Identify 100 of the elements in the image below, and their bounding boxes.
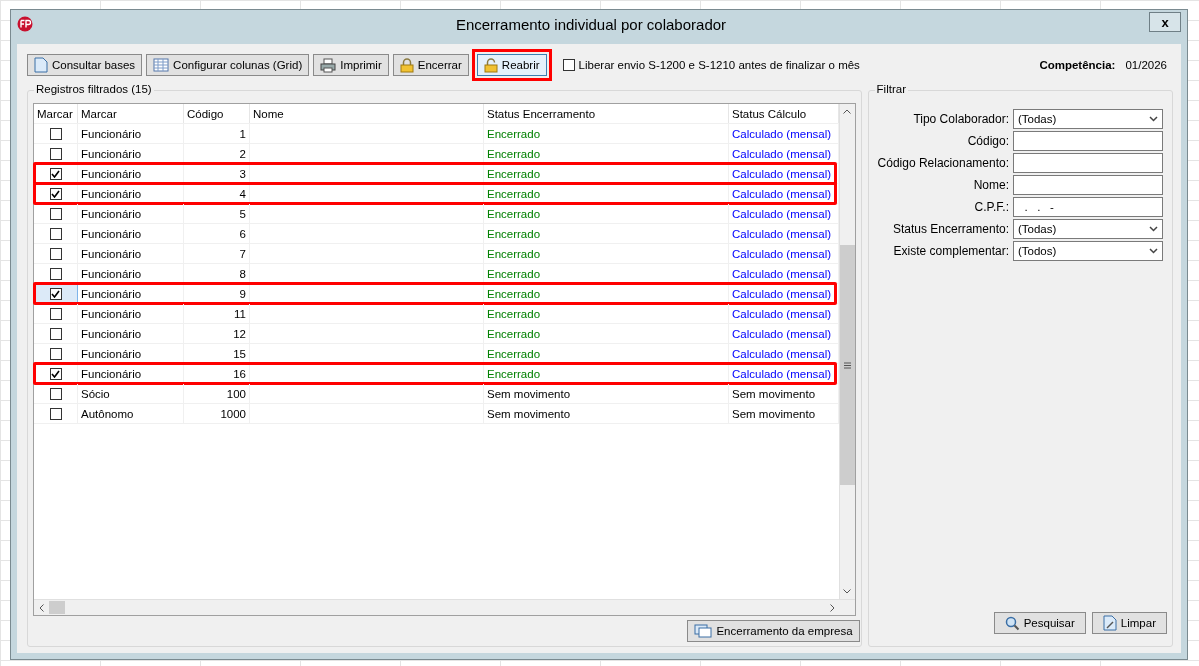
toolbar-button[interactable]: Encerrar [392,54,469,76]
checkbox[interactable] [49,267,62,280]
column-header[interactable]: Marcar [78,104,184,123]
field-label: Status Encerramento: [891,222,1009,236]
checkbox[interactable] [49,187,62,200]
table-cell: Funcionário [78,344,184,363]
input-field[interactable] [1013,131,1163,151]
horizontal-scrollbar[interactable] [34,599,855,615]
filter-button[interactable]: Pesquisar [993,612,1086,634]
filter-button[interactable]: Limpar [1091,612,1167,634]
table-cell: Calculado (mensal) [729,124,839,143]
select-field[interactable]: (Todas) [1013,109,1163,129]
table-cell: Encerrado [484,164,729,183]
table-cell: Encerrado [484,184,729,203]
search-icon [1004,615,1020,631]
table-cell: Funcionário [78,124,184,143]
table-cell: Funcionário [78,204,184,223]
toolbar-button[interactable]: Imprimir [313,54,389,76]
checkbox[interactable] [49,387,62,400]
column-header[interactable]: Status Cálculo [729,104,839,123]
scrollbar-thumb[interactable] [49,601,65,614]
checkbox-label: Liberar envio S-1200 e S-1210 antes de finalizar o mês [578,59,860,71]
toolbar-button[interactable]: Configurar colunas (Grid) [146,54,310,76]
table-cell: Encerrado [484,344,729,363]
table-cell: 6 [184,224,250,243]
chevron-down-icon[interactable] [1149,248,1158,254]
input-field[interactable]: . . - [1013,197,1163,217]
checkbox[interactable] [49,367,62,380]
input-field[interactable] [1013,175,1163,195]
input-field[interactable] [1013,153,1163,173]
column-header[interactable]: Nome [250,104,484,123]
field-label: Tipo Colaborador: [912,112,1009,126]
checkbox[interactable] [49,287,62,300]
table-cell: Calculado (mensal) [729,144,839,163]
checkbox[interactable] [49,347,62,360]
competencia-value: 01/2026 [1125,59,1167,71]
table-cell: Encerrado [484,204,729,223]
field-label: Código Relacionamento: [877,156,1009,170]
table-cell: 3 [184,164,250,183]
table-cell: Calculado (mensal) [729,364,839,383]
checkbox[interactable] [49,127,62,140]
field-label: Existe complementar: [892,244,1009,258]
group-title: Registros filtrados (15) [34,83,154,95]
chevron-down-icon[interactable] [1149,226,1158,232]
table-cell: Funcionário [78,224,184,243]
table-cell: Autônomo [78,404,184,423]
checkbox[interactable] [49,307,62,320]
table-cell: Funcionário [78,284,184,303]
checkbox[interactable] [49,407,62,420]
field-label: Código: [966,134,1009,148]
chevron-down-icon[interactable] [1149,116,1158,122]
window-title: Encerramento individual por colaborador [454,15,728,33]
close-button[interactable]: x [1149,12,1181,32]
checkbox[interactable] [49,327,62,340]
table-cell: 4 [184,184,250,203]
checkbox[interactable] [49,227,62,240]
table-cell: Funcionário [78,144,184,163]
checkbox[interactable] [49,147,62,160]
lock-icon [483,57,498,73]
toolbar-button[interactable]: Consultar bases [27,54,143,76]
company-closing-button[interactable]: Encerramento da empresa [687,620,860,642]
checkbox[interactable] [562,59,575,71]
competencia-label: Competência: [1039,59,1116,71]
table-cell: Calculado (mensal) [729,164,839,183]
table-cell: Encerrado [484,244,729,263]
table-cell: Funcionário [78,304,184,323]
table-cell: Calculado (mensal) [729,304,839,323]
table-cell: Calculado (mensal) [729,224,839,243]
select-field[interactable]: (Todos) [1013,241,1163,261]
table-cell: 1 [184,124,250,143]
table-cell: 5 [184,204,250,223]
select-field[interactable]: (Todas) [1013,219,1163,239]
table-cell: 15 [184,344,250,363]
group-title: Filtrar [874,83,908,95]
checkbox[interactable] [49,167,62,180]
table-cell: Encerrado [484,264,729,283]
table-cell: Encerrado [484,284,729,303]
table-cell: Encerrado [484,124,729,143]
table-cell: Funcionário [78,364,184,383]
vertical-scrollbar[interactable] [838,104,855,599]
table-cell: Sem movimento [484,384,729,403]
table-icon [153,58,170,72]
checkbox[interactable] [49,207,62,220]
table-cell: Sem movimento [729,404,839,423]
column-header[interactable]: Código [184,104,250,123]
table-cell: Calculado (mensal) [729,204,839,223]
lock-icon [399,57,414,73]
table-cell: Encerrado [484,364,729,383]
table-cell: Encerrado [484,144,729,163]
table-cell: 100 [184,384,250,403]
table-cell: Calculado (mensal) [729,244,839,263]
table-cell: 12 [184,324,250,343]
column-header[interactable]: Status Encerramento [484,104,729,123]
grip-icon[interactable] [843,361,851,369]
table-cell: 16 [184,364,250,383]
table-cell: Funcionário [78,164,184,183]
app-logo-icon [17,16,33,32]
column-header[interactable]: Marcar [34,104,78,123]
checkbox[interactable] [49,247,62,260]
table-cell: Sócio [78,384,184,403]
